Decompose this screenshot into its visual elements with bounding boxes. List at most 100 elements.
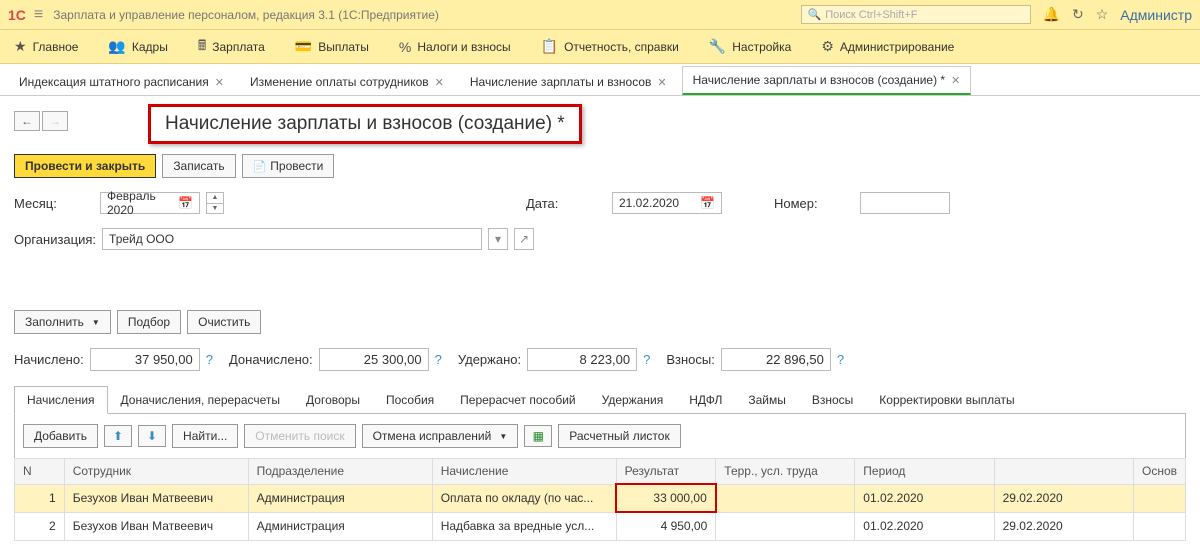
header-period2[interactable]	[994, 459, 1133, 485]
help-icon[interactable]: ?	[837, 352, 844, 367]
move-down-button[interactable]: ⬇	[138, 425, 166, 447]
number-label: Номер:	[774, 196, 854, 211]
payslip-button[interactable]: Расчетный листок	[558, 424, 680, 448]
header-result[interactable]: Результат	[616, 459, 716, 485]
nav-forward-button[interactable]: →	[42, 111, 68, 131]
columns-button[interactable]: ▦	[524, 425, 552, 447]
number-field[interactable]	[860, 192, 950, 214]
history-icon[interactable]: ↻	[1072, 6, 1084, 23]
org-label: Организация:	[14, 232, 96, 247]
header-n[interactable]: N	[15, 459, 65, 485]
withheld-label: Удержано:	[458, 352, 521, 367]
card-icon: 💳	[295, 38, 312, 55]
addl-label: Доначислено:	[229, 352, 313, 367]
star-icon[interactable]: ☆	[1096, 6, 1109, 23]
help-icon[interactable]: ?	[435, 352, 442, 367]
post-button[interactable]: 📄Провести	[242, 154, 335, 178]
find-button[interactable]: Найти...	[172, 424, 238, 448]
arrow-down-icon: ⬇	[147, 429, 157, 443]
nav-main[interactable]: ★Главное	[8, 34, 84, 59]
subtab-4[interactable]: Перерасчет пособий	[447, 386, 588, 414]
close-icon[interactable]: ✕	[657, 76, 666, 89]
people-icon: 👥	[108, 38, 125, 55]
subtab-2[interactable]: Договоры	[293, 386, 373, 414]
fill-row: Заполнить▼ Подбор Очистить	[14, 310, 1186, 334]
nav-admin[interactable]: ⚙Администрирование	[815, 34, 960, 59]
title-icons: 🔔 ↻ ☆ Администр	[1043, 6, 1192, 23]
header-terr[interactable]: Терр., усл. труда	[716, 459, 855, 485]
header-accrual[interactable]: Начисление	[432, 459, 616, 485]
subtab-6[interactable]: НДФЛ	[676, 386, 735, 414]
table-row[interactable]: 1 Безухов Иван Матвеевич Администрация О…	[15, 484, 1186, 512]
nav-nastroika[interactable]: 🔧Настройка	[703, 34, 798, 59]
app-title: Зарплата и управление персоналом, редакц…	[53, 8, 439, 22]
month-field[interactable]: Февраль 2020📅	[100, 192, 200, 214]
calculator-icon: 🖩	[198, 35, 206, 59]
nav-kadry[interactable]: 👥Кадры	[102, 34, 173, 59]
hamburger-icon[interactable]: ≡	[34, 6, 43, 24]
subtab-9[interactable]: Корректировки выплаты	[866, 386, 1027, 414]
subtab-3[interactable]: Пособия	[373, 386, 447, 414]
chevron-up-icon: ▲	[207, 193, 223, 204]
table-row[interactable]: 2 Безухов Иван Матвеевич Администрация Н…	[15, 512, 1186, 540]
save-button[interactable]: Записать	[162, 154, 235, 178]
org-open-button[interactable]: ↗	[514, 228, 534, 250]
subtab-1[interactable]: Доначисления, перерасчеты	[108, 386, 293, 414]
help-icon[interactable]: ?	[643, 352, 650, 367]
close-icon[interactable]: ✕	[951, 74, 960, 87]
subtab-7[interactable]: Займы	[735, 386, 799, 414]
help-icon[interactable]: ?	[206, 352, 213, 367]
result-cell-highlighted[interactable]: 33 000,00	[616, 484, 716, 512]
fill-button[interactable]: Заполнить▼	[14, 310, 111, 334]
nav-back-forward: ← →	[14, 111, 68, 131]
accrued-label: Начислено:	[14, 352, 84, 367]
close-icon[interactable]: ✕	[435, 76, 444, 89]
add-row-button[interactable]: Добавить	[23, 424, 98, 448]
doctab-0[interactable]: Индексация штатного расписания✕	[8, 68, 235, 95]
header-period[interactable]: Период	[855, 459, 994, 485]
titlebar: 1C ≡ Зарплата и управление персоналом, р…	[0, 0, 1200, 30]
accruals-table[interactable]: N Сотрудник Подразделение Начисление Рез…	[14, 458, 1186, 541]
doctab-1[interactable]: Изменение оплаты сотрудников✕	[239, 68, 455, 95]
form-row-org: Организация: Трейд ООО ▾ ↗	[14, 228, 1186, 250]
clipboard-icon: 📋	[541, 38, 558, 55]
move-up-button[interactable]: ⬆	[104, 425, 132, 447]
close-icon[interactable]: ✕	[215, 76, 224, 89]
header-department[interactable]: Подразделение	[248, 459, 432, 485]
accrued-value: 37 950,00	[90, 348, 200, 371]
current-user[interactable]: Администр	[1120, 7, 1192, 23]
doctab-2[interactable]: Начисление зарплаты и взносов✕	[459, 68, 678, 95]
calendar-icon[interactable]: 📅	[700, 196, 715, 210]
addl-value: 25 300,00	[319, 348, 429, 371]
subtab-5[interactable]: Удержания	[589, 386, 677, 414]
nav-vyplaty[interactable]: 💳Выплаты	[289, 34, 375, 59]
nav-zarplata[interactable]: 🖩Зарплата	[192, 31, 271, 63]
search-placeholder: Поиск Ctrl+Shift+F	[825, 9, 917, 21]
calendar-icon[interactable]: 📅	[178, 196, 193, 210]
nav-otchet[interactable]: 📋Отчетность, справки	[535, 34, 685, 59]
month-spinner[interactable]: ▲▼	[206, 192, 224, 214]
clear-button[interactable]: Очистить	[187, 310, 261, 334]
cancel-search-button[interactable]: Отменить поиск	[244, 424, 355, 448]
post-icon: 📄	[253, 160, 267, 173]
org-dropdown-button[interactable]: ▾	[488, 228, 508, 250]
subtab-0[interactable]: Начисления	[14, 386, 108, 414]
summary-row: Начислено: 37 950,00 ? Доначислено: 25 3…	[14, 348, 1186, 371]
nav-back-button[interactable]: ←	[14, 111, 40, 131]
org-field[interactable]: Трейд ООО	[102, 228, 482, 250]
cancel-fix-button[interactable]: Отмена исправлений▼	[362, 424, 519, 448]
main-nav: ★Главное 👥Кадры 🖩Зарплата 💳Выплаты %Нало…	[0, 30, 1200, 64]
doctab-3[interactable]: Начисление зарплаты и взносов (создание)…	[682, 66, 972, 95]
arrow-up-icon: ⬆	[113, 429, 123, 443]
date-field[interactable]: 21.02.2020📅	[612, 192, 722, 214]
subtab-8[interactable]: Взносы	[799, 386, 866, 414]
search-input[interactable]: 🔍 Поиск Ctrl+Shift+F	[801, 5, 1031, 24]
chevron-down-icon: ▼	[499, 432, 507, 441]
month-label: Месяц:	[14, 196, 94, 211]
bell-icon[interactable]: 🔔	[1043, 6, 1060, 23]
nav-nalogi[interactable]: %Налоги и взносы	[393, 35, 517, 59]
header-employee[interactable]: Сотрудник	[64, 459, 248, 485]
pick-button[interactable]: Подбор	[117, 310, 181, 334]
post-and-close-button[interactable]: Провести и закрыть	[14, 154, 156, 178]
header-basis[interactable]: Основ	[1133, 459, 1185, 485]
